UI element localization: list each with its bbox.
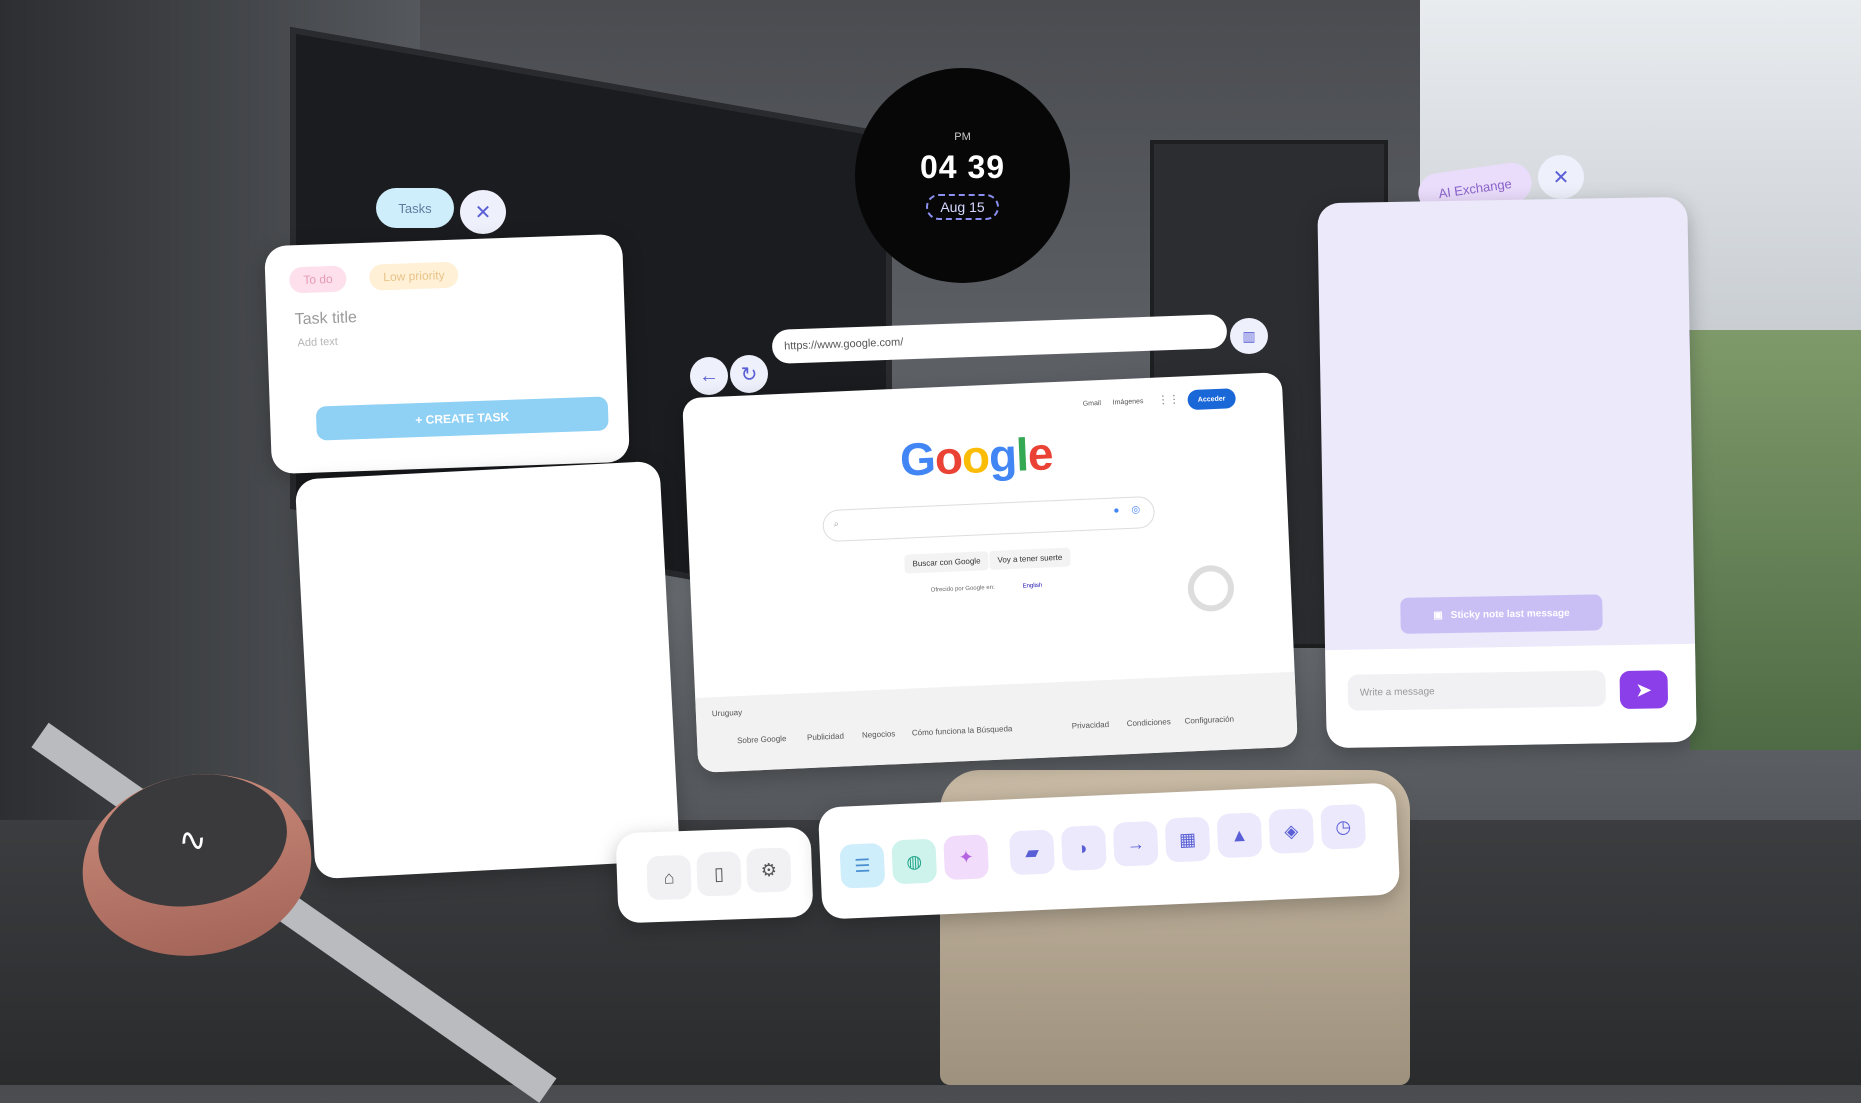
notes-button[interactable]: ▯	[696, 851, 742, 897]
dock-tasks-button[interactable]: ☰	[839, 842, 886, 889]
globe-icon: ◍	[905, 850, 923, 872]
document-icon: ▯	[713, 863, 725, 884]
tasks-close-button[interactable]: ✕	[460, 190, 506, 234]
dashboard-icon: ▦	[1178, 828, 1197, 850]
footer-link-how-search-works[interactable]: Cómo funciona la Búsqueda	[912, 724, 1013, 737]
gmail-link[interactable]: Gmail	[1083, 400, 1102, 408]
sticky-note-icon: ▣	[1433, 609, 1443, 621]
dock-chat-button[interactable]: ▰	[1009, 829, 1055, 876]
chat-icon: ▰	[1024, 841, 1040, 863]
task-text-field[interactable]: Add text	[297, 336, 338, 349]
dock-shapes-button[interactable]: ▲	[1216, 812, 1263, 859]
browser-reload-button[interactable]: ↻	[730, 355, 768, 393]
close-icon: ✕	[1552, 166, 1570, 189]
google-lucky-button[interactable]: Voy a tener suerte	[989, 547, 1071, 571]
sparkle-icon: ✦	[958, 846, 975, 868]
task-create-card: To do Low priority Task title Add text +…	[264, 233, 630, 475]
tasks-title-pill[interactable]: Tasks	[376, 188, 454, 228]
clock-ampm: PM	[954, 131, 971, 143]
list-icon: ☰	[853, 854, 871, 876]
ai-close-button[interactable]: ✕	[1538, 155, 1584, 199]
loading-spinner	[1186, 564, 1235, 613]
tag-icon: ◗	[1077, 837, 1090, 858]
footer-link-about[interactable]: Sobre Google	[737, 734, 787, 745]
settings-button[interactable]: ⚙	[746, 847, 792, 893]
search-icon: ⌕	[833, 518, 839, 529]
close-icon: ✕	[474, 201, 492, 224]
clock-widget: PM 04 39 Aug 15	[855, 68, 1070, 283]
tag-todo[interactable]: To do	[288, 265, 348, 294]
images-link[interactable]: Imágenes	[1113, 398, 1144, 406]
dock-tag-button[interactable]: ◗	[1060, 825, 1107, 872]
signin-button[interactable]: Acceder	[1187, 388, 1237, 411]
shapes-icon: ▲	[1230, 824, 1249, 846]
language-link[interactable]: English	[1023, 583, 1043, 590]
home-icon: ⌂	[663, 866, 675, 888]
footer-link-terms[interactable]: Condiciones	[1127, 717, 1171, 728]
send-icon: ➤	[1635, 679, 1653, 702]
clock-date: Aug 15	[926, 194, 999, 220]
dock-ai-button[interactable]: ✦	[943, 834, 990, 881]
google-search-input[interactable]: ⌕ ● ◎	[822, 495, 1156, 543]
ai-message-input[interactable]: Write a message	[1347, 670, 1607, 711]
browser-window: Gmail Imágenes ⋮⋮ Acceder Google ⌕ ● ◎ B…	[682, 372, 1298, 773]
dock-browser-button[interactable]: ◍	[891, 838, 938, 885]
dock-arrow-button[interactable]: →	[1112, 820, 1159, 867]
ai-input-area: Write a message ➤	[1325, 643, 1697, 749]
dock-layers-button[interactable]: ◈	[1268, 808, 1315, 854]
panel-icon: ▥	[1242, 327, 1256, 344]
lens-icon[interactable]: ◎	[1131, 504, 1140, 515]
footer-link-business[interactable]: Negocios	[862, 729, 896, 739]
browser-side-button[interactable]: ▥	[1230, 318, 1268, 354]
dock-dashboard-button[interactable]: ▦	[1164, 816, 1211, 863]
sticky-note-label: Sticky note last message	[1450, 607, 1570, 621]
timer-icon: ◷	[1334, 815, 1352, 837]
layers-icon: ◈	[1283, 820, 1299, 841]
task-title-field[interactable]: Task title	[294, 309, 357, 329]
arrow-left-icon: ←	[699, 364, 719, 387]
footer-link-settings[interactable]: Configuración	[1184, 715, 1234, 726]
microphone-icon[interactable]: ●	[1113, 505, 1120, 516]
google-search-button[interactable]: Buscar con Google	[904, 551, 989, 574]
apps-grid-icon[interactable]: ⋮⋮	[1157, 393, 1180, 407]
reload-icon: ↻	[740, 363, 758, 386]
ai-exchange-panel: ▣ Sticky note last message Write a messa…	[1317, 196, 1697, 749]
footer-link-advertising[interactable]: Publicidad	[807, 732, 844, 743]
offered-in-text: Ofrecido por Google en:	[930, 584, 995, 594]
create-task-button[interactable]: + CREATE TASK	[315, 396, 609, 441]
google-footer: Uruguay Sobre Google Publicidad Negocios…	[695, 671, 1298, 773]
send-button[interactable]: ➤	[1619, 670, 1669, 710]
arrow-right-icon: →	[1126, 832, 1146, 854]
footer-link-privacy[interactable]: Privacidad	[1072, 720, 1110, 731]
background-plants	[1690, 330, 1861, 750]
home-button[interactable]: ⌂	[646, 854, 692, 901]
google-logo: Google	[898, 427, 1054, 486]
browser-back-button[interactable]: ←	[690, 357, 728, 395]
task-list-card	[294, 460, 681, 880]
system-dock: ⌂ ▯ ⚙	[615, 826, 814, 924]
footer-country: Uruguay	[711, 707, 743, 719]
dock-timer-button[interactable]: ◷	[1320, 803, 1367, 850]
clock-time: 04 39	[919, 149, 1006, 185]
tag-priority[interactable]: Low priority	[368, 261, 460, 291]
gear-icon: ⚙	[760, 859, 778, 880]
sticky-note-button[interactable]: ▣ Sticky note last message	[1400, 594, 1603, 634]
